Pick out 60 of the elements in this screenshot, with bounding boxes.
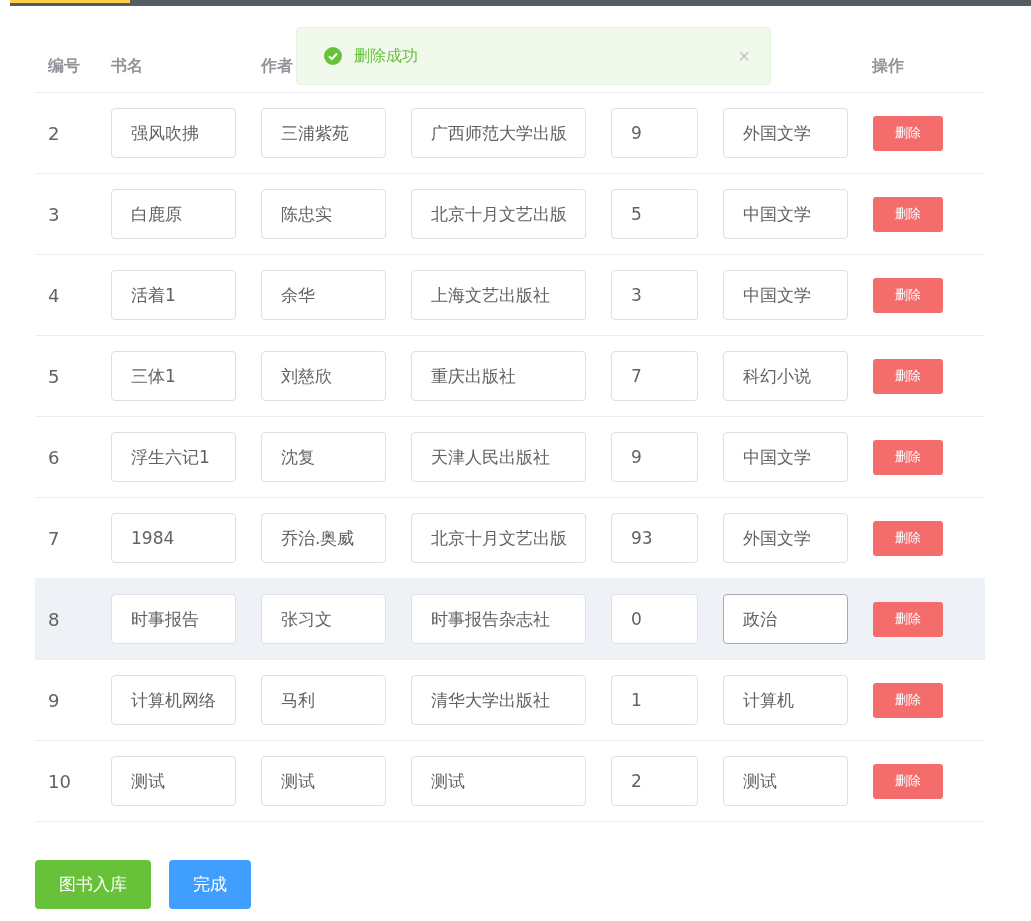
input-field[interactable]: 3 xyxy=(611,270,698,320)
input-field[interactable]: 乔治.奥威 xyxy=(261,513,386,563)
input-field[interactable]: 陈忠实 xyxy=(261,189,386,239)
input-field[interactable]: 三体1 xyxy=(111,351,236,401)
input-field[interactable]: 0 xyxy=(611,594,698,644)
id-cell: 10 xyxy=(48,770,71,792)
id-cell: 2 xyxy=(48,122,60,144)
column-header: 编号 xyxy=(48,55,80,75)
input-field[interactable]: 强风吹拂 xyxy=(111,108,236,158)
input-field[interactable]: 测试 xyxy=(411,756,586,806)
input-field[interactable]: 北京十月文艺出版 xyxy=(411,189,586,239)
input-field[interactable]: 计算机 xyxy=(723,675,848,725)
input-field[interactable]: 清华大学出版社 xyxy=(411,675,586,725)
column-header: 书名 xyxy=(111,55,143,75)
input-field[interactable]: 9 xyxy=(611,108,698,158)
input-field[interactable]: 测试 xyxy=(111,756,236,806)
column-header: 作者 xyxy=(261,55,293,75)
input-field[interactable]: 沈复 xyxy=(261,432,386,482)
input-field[interactable]: 马利 xyxy=(261,675,386,725)
id-cell: 6 xyxy=(48,446,60,468)
input-field[interactable]: 中国文学 xyxy=(723,432,848,482)
toast-message: 删除成功 xyxy=(354,45,419,67)
input-field[interactable]: 余华 xyxy=(261,270,386,320)
input-field[interactable]: 中国文学 xyxy=(723,189,848,239)
id-cell: 9 xyxy=(48,689,60,711)
input-field[interactable]: 上海文艺出版社 xyxy=(411,270,586,320)
id-cell: 7 xyxy=(48,527,60,549)
input-field[interactable]: 9 xyxy=(611,432,698,482)
input-field[interactable]: 白鹿原 xyxy=(111,189,236,239)
input-field[interactable]: 活着1 xyxy=(111,270,236,320)
id-cell: 8 xyxy=(48,608,60,630)
input-field[interactable]: 重庆出版社 xyxy=(411,351,586,401)
input-field[interactable]: 刘慈欣 xyxy=(261,351,386,401)
input-field[interactable]: 时事报告 xyxy=(111,594,236,644)
input-field[interactable]: 三浦紫苑 xyxy=(261,108,386,158)
input-field[interactable]: 5 xyxy=(611,189,698,239)
input-field[interactable]: 7 xyxy=(611,351,698,401)
input-field[interactable]: 2 xyxy=(611,756,698,806)
input-field[interactable]: 天津人民出版社 xyxy=(411,432,586,482)
input-field[interactable]: 外国文学 xyxy=(723,108,848,158)
id-cell: 5 xyxy=(48,365,60,387)
input-field[interactable]: 科幻小说 xyxy=(723,351,848,401)
input-field[interactable]: 测试 xyxy=(723,756,848,806)
id-cell: 3 xyxy=(48,203,60,225)
input-field[interactable]: 93 xyxy=(611,513,698,563)
input-field[interactable]: 外国文学 xyxy=(723,513,848,563)
input-field[interactable]: 广西师范大学出版 xyxy=(411,108,586,158)
id-cell: 4 xyxy=(48,284,60,306)
input-field[interactable]: 计算机网络 xyxy=(111,675,236,725)
input-field[interactable]: 测试 xyxy=(261,756,386,806)
input-field[interactable]: 北京十月文艺出版 xyxy=(411,513,586,563)
input-field[interactable]: 张习文 xyxy=(261,594,386,644)
input-field[interactable]: 政治 xyxy=(723,594,848,644)
check-circle-icon xyxy=(324,47,342,65)
input-field[interactable]: 1 xyxy=(611,675,698,725)
input-field[interactable]: 中国文学 xyxy=(723,270,848,320)
input-field[interactable]: 1984 xyxy=(111,513,236,563)
input-field[interactable]: 时事报告杂志社 xyxy=(411,594,586,644)
column-header: 操作 xyxy=(872,55,904,75)
input-field[interactable]: 浮生六记1 xyxy=(111,432,236,482)
